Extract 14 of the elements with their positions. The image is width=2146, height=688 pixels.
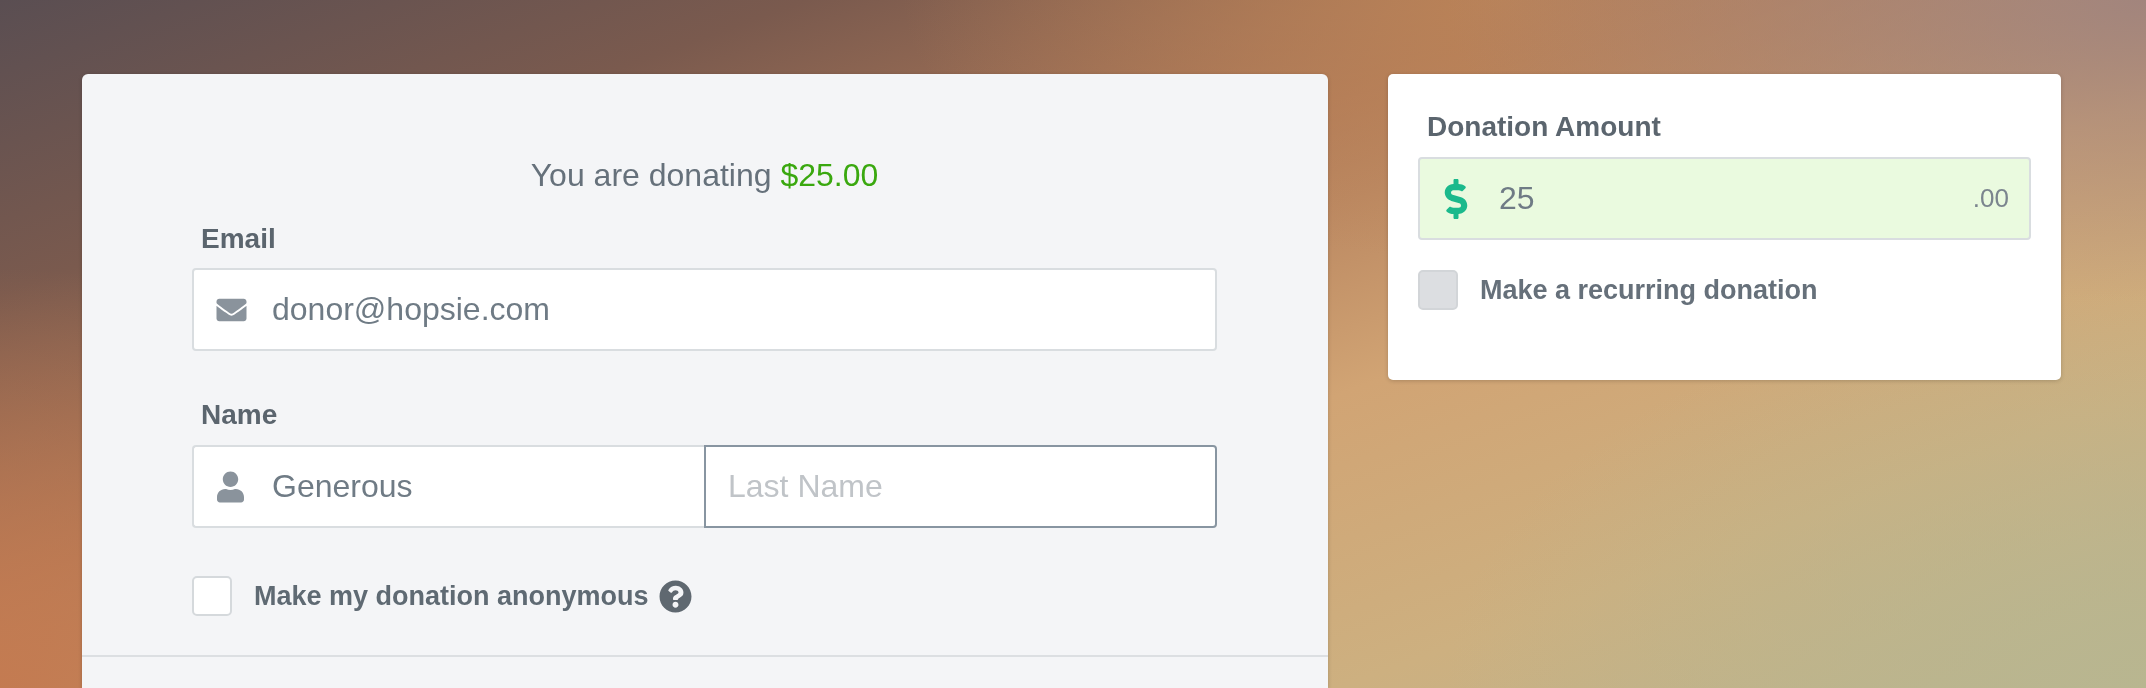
amount-field[interactable]: 25 .00 (1418, 157, 2031, 240)
donation-summary-text: You are donating $25.00 (529, 156, 880, 194)
name-label: Name (200, 398, 278, 432)
dollar-icon (1444, 178, 1468, 219)
anonymous-label: Make my donation anonymous (254, 580, 649, 612)
email-field[interactable]: donor@hopsie.com (192, 268, 1217, 351)
person-icon (217, 470, 244, 503)
recurring-label: Make a recurring donation (1480, 274, 1818, 306)
anonymous-checkbox[interactable] (192, 576, 232, 616)
cents-label: .00 (1972, 183, 2009, 214)
donation-amount-label: Donation Amount (1426, 110, 1661, 144)
email-label: Email (200, 222, 276, 256)
help-icon[interactable] (658, 579, 692, 613)
first-name-field[interactable]: Generous (192, 445, 704, 528)
